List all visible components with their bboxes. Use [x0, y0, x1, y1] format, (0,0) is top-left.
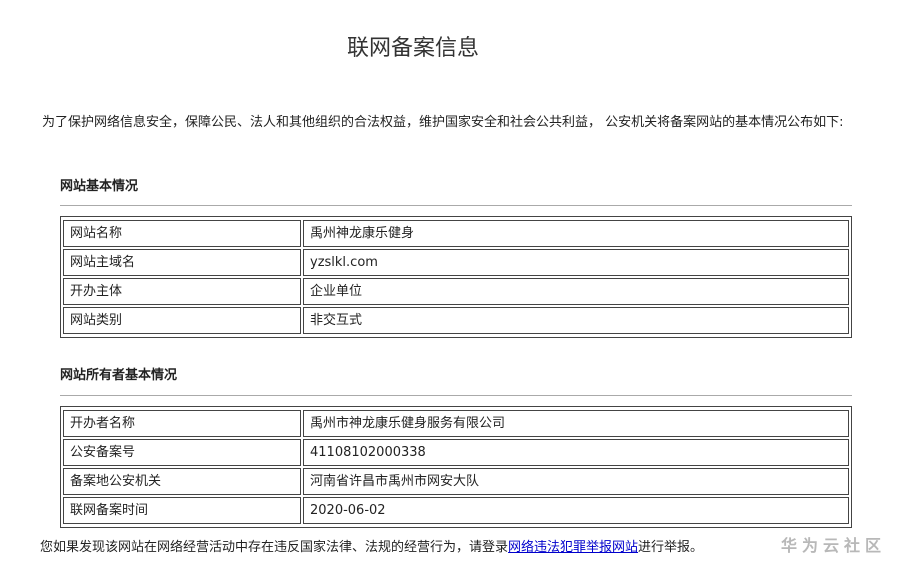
site-category-label: 网站类别	[63, 307, 301, 334]
owner-section-title: 网站所有者基本情况	[60, 368, 178, 383]
table-row: 公安备案号 41108102000338	[62, 439, 850, 466]
report-site-link[interactable]: 网络违法犯罪举报网站	[508, 540, 638, 555]
table-row: 网站主域名 yzslkl.com	[62, 249, 850, 276]
site-domain-label: 网站主域名	[63, 249, 301, 276]
owner-name-label: 开办者名称	[63, 410, 301, 437]
footer-text-after: 进行举报。	[638, 540, 704, 555]
owner-info-table: 开办者名称 禹州市神龙康乐健身服务有限公司 公安备案号 411081020003…	[60, 406, 852, 528]
site-domain-value: yzslkl.com	[303, 249, 849, 276]
table-row: 网站名称 禹州神龙康乐健身	[62, 220, 850, 247]
site-section-title: 网站基本情况	[60, 179, 139, 194]
record-info-page: 联网备案信息 为了保护网络信息安全，保障公民、法人和其他组织的合法权益，维护国家…	[0, 0, 903, 568]
site-operator-type-value: 企业单位	[303, 278, 849, 305]
table-row: 开办者名称 禹州市神龙康乐健身服务有限公司	[62, 410, 850, 437]
site-name-value: 禹州神龙康乐健身	[303, 220, 849, 247]
police-record-label: 公安备案号	[63, 439, 301, 466]
site-info-table: 网站名称 禹州神龙康乐健身 网站主域名 yzslkl.com 开办主体 企业单位…	[60, 216, 852, 338]
police-authority-value: 河南省许昌市禹州市网安大队	[303, 468, 849, 495]
site-operator-type-label: 开办主体	[63, 278, 301, 305]
record-date-value: 2020-06-02	[303, 497, 849, 524]
footer-text-before: 您如果发现该网站在网络经营活动中存在违反国家法律、法规的经营行为，请登录	[40, 540, 509, 555]
owner-name-value: 禹州市神龙康乐健身服务有限公司	[303, 410, 849, 437]
police-record-value: 41108102000338	[303, 439, 849, 466]
site-section-divider	[60, 205, 852, 206]
site-category-value: 非交互式	[303, 307, 849, 334]
footer-notice: 您如果发现该网站在网络经营活动中存在违反国家法律、法规的经营行为，请登录网络违法…	[40, 536, 703, 555]
table-row: 网站类别 非交互式	[62, 307, 850, 334]
site-name-label: 网站名称	[63, 220, 301, 247]
intro-paragraph: 为了保护网络信息安全，保障公民、法人和其他组织的合法权益，维护国家安全和社会公共…	[42, 115, 844, 130]
police-authority-label: 备案地公安机关	[63, 468, 301, 495]
owner-section-divider	[60, 395, 852, 396]
record-date-label: 联网备案时间	[63, 497, 301, 524]
table-row: 开办主体 企业单位	[62, 278, 850, 305]
page-title: 联网备案信息	[346, 36, 479, 61]
watermark: 华为云社区	[781, 536, 887, 555]
table-row: 联网备案时间 2020-06-02	[62, 497, 850, 524]
table-row: 备案地公安机关 河南省许昌市禹州市网安大队	[62, 468, 850, 495]
